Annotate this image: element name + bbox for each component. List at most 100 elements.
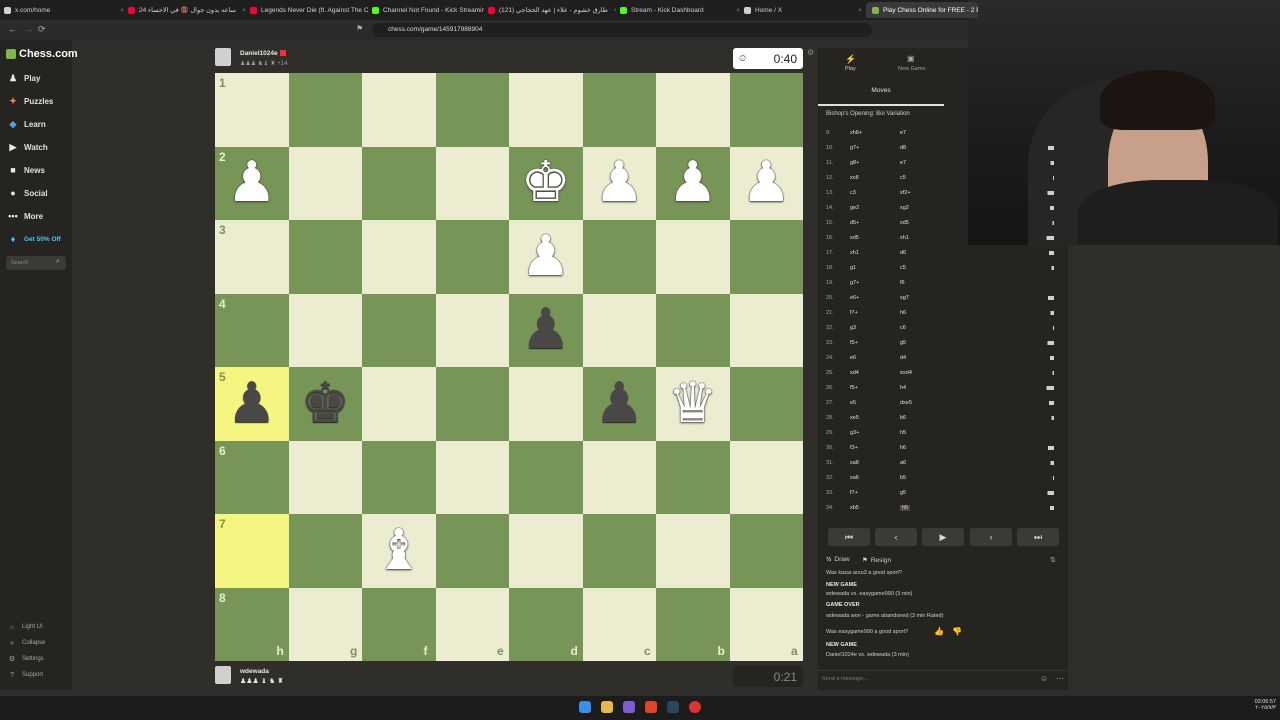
bottom-player-name[interactable]: wdewada xyxy=(240,668,269,675)
tab-close-icon[interactable]: × xyxy=(236,7,246,14)
white-move[interactable]: xa6 xyxy=(850,475,859,481)
board-square[interactable] xyxy=(435,514,509,588)
black-move[interactable]: b5 xyxy=(900,475,906,481)
board-square[interactable] xyxy=(362,367,436,441)
white-pawn-icon[interactable]: ♟ xyxy=(583,147,657,221)
white-move[interactable]: f5+ xyxy=(850,385,858,391)
white-move[interactable]: f3+ xyxy=(850,445,858,451)
settings-gear-icon[interactable]: ⚙ xyxy=(807,48,814,57)
sidebar-item-learn[interactable]: ◆ Learn xyxy=(8,119,46,129)
play-tab-icon[interactable]: ⚡ xyxy=(845,54,856,65)
black-pawn-icon[interactable]: ♟ xyxy=(509,294,583,368)
black-move[interactable]: xd5 xyxy=(900,220,909,226)
board-square[interactable] xyxy=(729,293,803,367)
board-square[interactable] xyxy=(729,440,803,514)
prev-move-button[interactable]: ‹ xyxy=(875,528,917,546)
last-move-button[interactable]: ⏭ xyxy=(1017,528,1059,546)
black-move[interactable]: h6 xyxy=(900,310,906,316)
white-move[interactable]: f7+ xyxy=(850,490,858,496)
search-icon[interactable]: ⌕ xyxy=(56,258,60,266)
board-square[interactable] xyxy=(435,440,509,514)
draw-button[interactable]: ½ Draw xyxy=(826,556,850,563)
board-square[interactable] xyxy=(582,293,656,367)
board-square[interactable] xyxy=(288,220,362,294)
white-move[interactable]: xd4 xyxy=(850,370,859,376)
sidebar-item-more[interactable]: ••• More xyxy=(8,211,43,221)
white-move[interactable]: xa8 xyxy=(850,460,859,466)
black-move[interactable]: a6 xyxy=(900,460,906,466)
white-move[interactable]: d5+ xyxy=(850,220,859,226)
tab-close-icon[interactable]: × xyxy=(114,7,124,14)
play-button[interactable]: ▶ xyxy=(922,528,964,546)
tab-play[interactable]: Play xyxy=(845,66,856,72)
black-move[interactable]: e7 xyxy=(900,160,906,166)
chesscom-logo[interactable]: Chess.com xyxy=(6,48,78,60)
board-square[interactable] xyxy=(215,220,289,294)
brave-browser-icon[interactable] xyxy=(645,701,657,713)
black-move[interactable]: g5 xyxy=(900,340,906,346)
board-square[interactable] xyxy=(288,73,362,147)
white-move[interactable]: xh1 xyxy=(850,250,859,256)
browser-tab[interactable]: 24 ساعه بدون جوال 📵 في الاحساء × xyxy=(128,2,246,18)
black-move[interactable]: d8 xyxy=(900,145,906,151)
clock-tray[interactable]: 03:06:57 ٢٠٢٥/٧/٣ xyxy=(1246,699,1276,711)
address-bar[interactable]: chess.com/game/145917988904 xyxy=(372,23,872,37)
black-move[interactable]: xg7 xyxy=(900,295,909,301)
board-square[interactable] xyxy=(288,514,362,588)
white-pawn-icon[interactable]: ♟ xyxy=(730,147,804,221)
board-square[interactable] xyxy=(435,73,509,147)
white-move[interactable]: g1 xyxy=(850,265,856,271)
promo-link[interactable]: ♦ Get 50% Off xyxy=(8,234,61,244)
board-square[interactable] xyxy=(362,440,436,514)
board-square[interactable] xyxy=(215,514,289,588)
white-bishop-icon[interactable]: ♝ xyxy=(362,514,436,588)
black-move[interactable]: c5 xyxy=(900,175,906,181)
board-square[interactable] xyxy=(656,514,730,588)
board-square[interactable] xyxy=(288,440,362,514)
sidebar-search-input[interactable]: Search ⌕ xyxy=(6,256,66,270)
reload-icon[interactable]: ⟳ xyxy=(38,24,46,35)
board-square[interactable] xyxy=(215,293,289,367)
sidebar-item-play[interactable]: ♟ Play xyxy=(8,73,41,83)
tab-new-game[interactable]: New Game xyxy=(898,66,926,72)
top-player-avatar[interactable] xyxy=(215,48,231,66)
black-move[interactable]: b6 xyxy=(900,415,906,421)
board-square[interactable] xyxy=(509,440,583,514)
chess-board[interactable]: 1 2 3 4 5 6 7 8 h g f e d c b a ♟ ♚ ♟ ♟ ♟ ♟ ♟ ♟ ♚ ♟ ♛ ♝ xyxy=(215,73,803,661)
white-move[interactable]: xb5 xyxy=(850,505,859,511)
board-square[interactable] xyxy=(362,220,436,294)
white-move[interactable]: f7+ xyxy=(850,310,858,316)
windows-start-icon[interactable] xyxy=(579,701,591,713)
forward-icon[interactable]: → xyxy=(24,24,33,34)
board-square[interactable] xyxy=(656,73,730,147)
board-square[interactable] xyxy=(656,293,730,367)
black-move[interactable]: h4 xyxy=(900,385,906,391)
black-move[interactable]: e7 xyxy=(900,130,906,136)
browser-tab[interactable]: Stream - Kick Dashboard × xyxy=(620,2,740,18)
first-move-button[interactable]: ⏮ xyxy=(828,528,870,546)
black-move[interactable]: f6 xyxy=(900,280,905,286)
opening-name[interactable]: Bishop's Opening: Boi Variation xyxy=(826,111,910,117)
black-move[interactable]: h5 xyxy=(900,430,906,436)
board-square[interactable] xyxy=(288,146,362,220)
browser-tab[interactable]: x.com/home × xyxy=(4,2,124,18)
browser-tab[interactable]: Play Chess Online for FREE - 2 P× xyxy=(866,2,978,18)
sidebar-settings[interactable]: ⚙ Settings xyxy=(8,655,44,663)
white-move[interactable]: f5+ xyxy=(850,340,858,346)
board-square[interactable] xyxy=(582,440,656,514)
resign-button[interactable]: ⚑ Resign xyxy=(862,556,891,565)
board-square[interactable] xyxy=(435,293,509,367)
white-move[interactable]: e6+ xyxy=(850,295,859,301)
board-square[interactable] xyxy=(582,73,656,147)
next-move-button[interactable]: › xyxy=(970,528,1012,546)
emoji-icon[interactable]: ☺ xyxy=(1040,674,1048,683)
board-square[interactable] xyxy=(729,367,803,441)
black-move[interactable]: d6 xyxy=(900,250,906,256)
sidebar-item-social[interactable]: ● Social xyxy=(8,188,47,198)
white-move[interactable]: e6 xyxy=(850,355,856,361)
board-square[interactable] xyxy=(582,514,656,588)
sidebar-support[interactable]: ? Support xyxy=(8,671,43,679)
board-square[interactable] xyxy=(215,73,289,147)
black-move[interactable]: d4 xyxy=(900,355,906,361)
browser-tab[interactable]: Channel Not Found - Kick Streaming× xyxy=(372,2,484,18)
